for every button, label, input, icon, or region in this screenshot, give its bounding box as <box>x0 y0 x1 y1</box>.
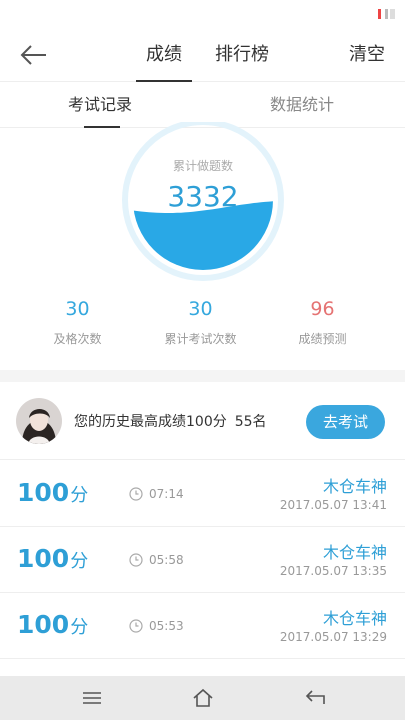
best-score-label: 您的历史最高成绩100分 <box>74 414 227 430</box>
record-duration: 07:14 <box>149 487 184 501</box>
clock-icon <box>129 553 143 567</box>
section-divider <box>0 370 405 382</box>
record-date: 2017.05.07 13:41 <box>279 498 387 512</box>
tab-leaderboard[interactable]: 排行榜 <box>215 42 269 68</box>
stat-label: 累计考试次数 <box>164 332 237 346</box>
score-value: 100 <box>17 478 70 507</box>
signal-icon <box>385 9 388 19</box>
record-date: 2017.05.07 13:29 <box>279 630 387 644</box>
tab-exam-records[interactable]: 考试记录 <box>68 94 132 116</box>
record-username: 木仓车神 <box>322 543 387 562</box>
record-date: 2017.05.07 13:35 <box>279 564 387 578</box>
clock-icon <box>129 487 143 501</box>
stats-panel: 累计做题数 3332 30 及格次数 30 累计考试次数 96 成绩预测 <box>0 122 405 370</box>
record-username: 木仓车神 <box>322 477 387 496</box>
list-item[interactable]: 100分 07:14 木仓车神 2017.05.07 13:41 <box>0 461 405 527</box>
avatar <box>16 398 62 444</box>
stat-value: 30 <box>188 298 213 320</box>
gauge-fill <box>133 201 273 270</box>
stat-score-prediction: 96 成绩预测 <box>255 296 390 347</box>
stat-value: 96 <box>310 298 335 320</box>
arrow-left-icon <box>20 45 46 65</box>
tab-statistics[interactable]: 数据统计 <box>270 94 334 116</box>
stat-label: 成绩预测 <box>298 332 347 346</box>
score-unit: 分 <box>70 485 89 506</box>
best-score-text: 您的历史最高成绩100分 55名 <box>74 411 267 431</box>
stat-label: 及格次数 <box>53 332 102 346</box>
score-unit: 分 <box>70 617 89 638</box>
stat-value: 30 <box>65 298 90 320</box>
gauge-value: 3332 <box>167 180 239 213</box>
best-rank: 55名 <box>234 414 267 430</box>
clear-button[interactable]: 清空 <box>349 42 385 68</box>
return-icon <box>305 690 325 704</box>
score-unit: 分 <box>70 551 89 572</box>
clock-icon <box>129 619 143 633</box>
status-bar <box>0 0 405 28</box>
record-username: 木仓车神 <box>322 609 387 628</box>
menu-button[interactable] <box>80 687 104 709</box>
home-button[interactable] <box>191 687 215 709</box>
stat-pass-count: 30 及格次数 <box>10 296 145 347</box>
system-nav-bar <box>0 676 405 720</box>
record-score: 100分 <box>17 478 88 507</box>
home-icon <box>193 688 213 707</box>
tab-scores[interactable]: 成绩 <box>146 42 182 68</box>
gauge-label: 累计做题数 <box>172 159 233 173</box>
list-item[interactable]: 100分 05:58 木仓车神 2017.05.07 13:35 <box>0 527 405 593</box>
start-exam-button[interactable]: 去考试 <box>306 405 385 439</box>
record-score: 100分 <box>17 610 88 639</box>
return-button[interactable] <box>303 687 327 709</box>
record-duration: 05:58 <box>149 553 184 567</box>
signal-icon <box>378 9 381 19</box>
back-button[interactable] <box>16 38 50 72</box>
list-item[interactable]: 100分 05:53 木仓车神 2017.05.07 13:29 <box>0 593 405 659</box>
record-score: 100分 <box>17 544 88 573</box>
battery-icon <box>390 9 395 19</box>
record-duration: 05:53 <box>149 619 184 633</box>
score-value: 100 <box>17 544 70 573</box>
stat-exam-count: 30 累计考试次数 <box>133 296 268 347</box>
best-score-row: 您的历史最高成绩100分 55名 去考试 <box>0 382 405 460</box>
user-photo-icon <box>16 398 62 444</box>
menu-icon <box>83 692 101 704</box>
top-nav: 成绩 排行榜 清空 <box>0 28 405 82</box>
score-value: 100 <box>17 610 70 639</box>
